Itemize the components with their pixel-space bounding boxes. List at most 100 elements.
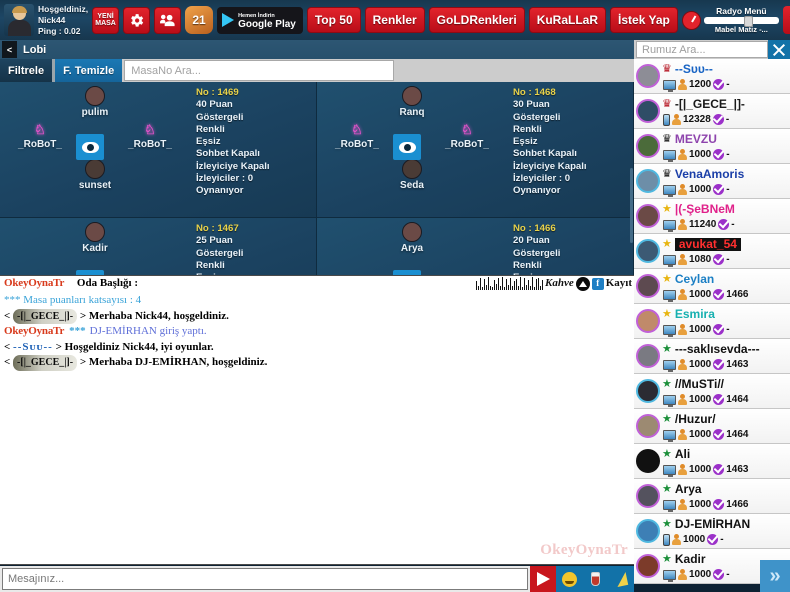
user-list-item[interactable]: ♛ --Sᴜᴜ-- 1200-: [634, 59, 790, 94]
emoji-icon[interactable]: [556, 566, 582, 592]
user-list-item[interactable]: ★ Ceylan 1000 1466: [634, 269, 790, 304]
avatar[interactable]: [4, 4, 34, 36]
seat-left[interactable]: ♘ _RoBoT_: [2, 122, 78, 150]
next-page-button[interactable]: »: [760, 560, 790, 592]
seat-bottom[interactable]: sunset: [57, 159, 133, 191]
kayit-label[interactable]: Kayıt: [606, 276, 632, 292]
goldrenkleri-button[interactable]: GoLDRenkleri: [428, 7, 525, 33]
user-name[interactable]: -[|_GECE_|]-: [675, 98, 745, 111]
barcode-bar: [497, 278, 499, 291]
nickname-search-input[interactable]: Rumuz Ara...: [636, 41, 768, 58]
seat-bottom[interactable]: Seda: [374, 159, 450, 191]
chat-text: Merhaba DJ-EMİRHAN, hoşgeldiniz.: [88, 356, 268, 368]
person-icon: [678, 254, 687, 265]
user-list-item[interactable]: ★ Esmira 1000-: [634, 304, 790, 339]
verified-icon: [712, 114, 724, 125]
chat-nickname[interactable]: -[|_GECE_|]-: [13, 308, 78, 324]
kurallar-button[interactable]: KuRaLLaR: [528, 7, 607, 33]
user-avatar: [636, 344, 660, 368]
user-name[interactable]: Ceylan: [675, 273, 714, 286]
broom-icon[interactable]: [608, 566, 634, 592]
user-name[interactable]: --Sᴜᴜ--: [675, 63, 713, 76]
user-name[interactable]: avukat_54: [674, 237, 741, 251]
user-name[interactable]: VenaAmoris: [675, 168, 744, 181]
user-name[interactable]: MEVZU: [675, 133, 717, 146]
seat-top[interactable]: pulim: [57, 86, 133, 118]
table-info-line: İzleyiciye Kapalı: [196, 160, 270, 172]
seat-top[interactable]: Kadir: [57, 222, 133, 254]
chat-nickname[interactable]: --Sᴜᴜ--: [13, 341, 53, 353]
watch-table-button[interactable]: [76, 134, 104, 160]
message-input[interactable]: Mesajınız...: [2, 568, 528, 590]
table-search-input[interactable]: MasaNo Ara...: [124, 60, 395, 81]
filtrele-button[interactable]: Filtrele: [0, 59, 53, 82]
top50-button[interactable]: Top 50: [306, 7, 361, 33]
user-list-item[interactable]: ★ ---saklısevda--- 1000 1463: [634, 339, 790, 374]
table-card[interactable]: Kadir No : 146725 PuanGöstergeliRenkliEşs…: [0, 218, 317, 275]
chat-nickname[interactable]: -[|_GECE_|]-: [13, 355, 78, 371]
back-button[interactable]: <: [2, 41, 17, 58]
chat-bracket: >: [77, 309, 89, 322]
user-name[interactable]: //MuSTi//: [675, 378, 724, 391]
desktop-icon: [663, 254, 676, 267]
radio-power-icon[interactable]: [681, 10, 701, 30]
share-icon[interactable]: f: [591, 277, 604, 290]
send-icon[interactable]: [530, 566, 556, 592]
user-list-item[interactable]: ★ avukat_54 1080-: [634, 234, 790, 269]
user-name[interactable]: /Huzur/: [675, 413, 716, 426]
table-card[interactable]: Arya No : 146620 PuanGöstergeliRenkliEşsi…: [317, 218, 634, 275]
user-name[interactable]: Esmira: [675, 308, 715, 321]
level-badge[interactable]: 21: [185, 6, 214, 34]
seat-name: Seda: [400, 180, 424, 191]
person-icon: [678, 219, 687, 230]
watch-table-button[interactable]: [393, 134, 421, 160]
chat-text: Hoşgeldiniz Nick44, iyi oyunlar.: [64, 340, 214, 353]
seat-top[interactable]: Ranq: [374, 86, 450, 118]
user-list-item[interactable]: ♛ -[|_GECE_|]- 12328-: [634, 94, 790, 129]
person-icon: [678, 464, 687, 475]
user-name[interactable]: Arya: [675, 483, 702, 496]
radio-volume-slider[interactable]: [703, 15, 779, 27]
chat-brand: OkeyOynaTr: [4, 325, 65, 337]
user-list-item[interactable]: ★ |(-ŞeBNeM 11240-: [634, 199, 790, 234]
crown-black-icon: ♛: [662, 132, 672, 145]
radio-widget[interactable]: Radyo Menü Mabel Matiz -...: [681, 6, 779, 35]
table-card[interactable]: pulim sunset ♘ _RoBoT_ ♘ _RoBoT_ No : 1469 40 P…: [0, 82, 317, 218]
user-name[interactable]: Ali: [675, 448, 690, 461]
istek-yap-button[interactable]: İstek Yap: [610, 7, 678, 33]
user-list-item[interactable]: ★ DJ-EMİRHAN 1000-: [634, 514, 790, 549]
user-name[interactable]: |(-ŞeBNeM: [675, 203, 735, 216]
google-play-button[interactable]: Hemen İndirin Google Play: [217, 6, 303, 34]
seat-right[interactable]: ♘ _RoBoT_: [112, 122, 188, 150]
filter-clear-button[interactable]: F. Temizle: [55, 59, 123, 82]
user-name[interactable]: Kadir: [675, 553, 706, 566]
user-list-item[interactable]: ★ Ali 1000 1463: [634, 444, 790, 479]
table-card[interactable]: Ranq Seda ♘ _RoBoT_ ♘ _RoBoT_ No : 1468 30 Puan…: [317, 82, 634, 218]
renkler-button[interactable]: Renkler: [364, 7, 425, 33]
user-name[interactable]: ---saklısevda---: [675, 343, 760, 356]
seat-top[interactable]: Arya: [374, 222, 450, 254]
chat-log[interactable]: OkeyOynaTr Oda Başlığı : Kahve f Kayıt *…: [0, 275, 634, 565]
user-name-row: ★ DJ-EMİRHAN: [662, 516, 788, 533]
seat-right[interactable]: ♘ _RoBoT_: [429, 122, 505, 150]
upload-icon[interactable]: [575, 276, 590, 291]
table-info-line: Sohbet Kapalı: [196, 148, 260, 160]
user-list-item[interactable]: ★ Arya 1000 1466: [634, 479, 790, 514]
user-list-item[interactable]: ♛ MEVZU 1000-: [634, 129, 790, 164]
new-table-button[interactable]: YENİ MASA: [92, 6, 120, 34]
user-list[interactable]: ♛ --Sᴜᴜ-- 1200- ♛ -[|_GECE_|]- 12328- ♛ MEVZU 10…: [634, 59, 790, 592]
user-room: 1464: [726, 394, 749, 405]
settings-button[interactable]: [123, 6, 151, 34]
table-list-scrollbar[interactable]: [630, 168, 633, 243]
user-list-item[interactable]: ★/Huzur/1000 1464: [634, 409, 790, 444]
close-button[interactable]: [768, 40, 790, 59]
table-list[interactable]: pulim sunset ♘ _RoBoT_ ♘ _RoBoT_ No : 1469 40 P…: [0, 82, 634, 275]
tea-glass-icon[interactable]: [582, 566, 608, 592]
user-settings-button[interactable]: [154, 6, 182, 34]
user-name[interactable]: DJ-EMİRHAN: [675, 518, 750, 531]
seat-left[interactable]: ♘ _RoBoT_: [319, 122, 395, 150]
help-button[interactable]: ?: [782, 6, 790, 34]
barcode-bar: [541, 280, 543, 291]
user-list-item[interactable]: ♛ VenaAmoris 1000-: [634, 164, 790, 199]
user-list-item[interactable]: ★//MuSTi//1000 1464: [634, 374, 790, 409]
